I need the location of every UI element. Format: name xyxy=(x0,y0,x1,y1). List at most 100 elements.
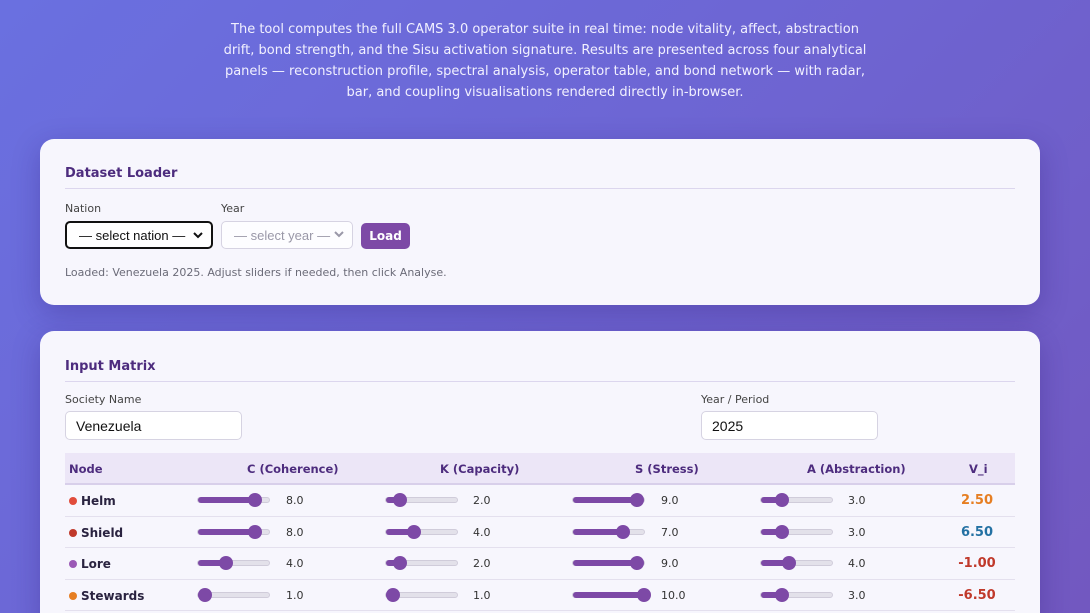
vitality-value: -1.00 xyxy=(958,556,996,571)
slider-fill xyxy=(573,497,637,503)
abstraction-slider[interactable] xyxy=(760,493,833,507)
slider-thumb[interactable] xyxy=(775,493,790,507)
table-row: Helm 8.0 2.0 9.0 3.0 2.50 xyxy=(65,485,1015,517)
load-button[interactable]: Load xyxy=(361,223,410,249)
capacity-slider[interactable] xyxy=(385,556,458,570)
nation-select[interactable]: — select nation — xyxy=(65,221,213,249)
node-color-dot-icon xyxy=(69,560,77,568)
node-color-dot-icon xyxy=(69,497,77,505)
slider-thumb[interactable] xyxy=(198,587,213,602)
stress-slider[interactable] xyxy=(572,556,645,570)
vitality-value: 6.50 xyxy=(960,524,994,540)
year-period-input[interactable]: 2025 xyxy=(701,411,878,440)
coherence-slider[interactable] xyxy=(197,524,270,539)
stress-slider[interactable] xyxy=(572,587,651,602)
table-row: Shield 8.0 4.0 7.0 3.0 6.50 xyxy=(65,517,1015,548)
nation-select-value: — select nation — xyxy=(79,227,186,243)
slider-thumb[interactable] xyxy=(629,493,644,507)
node-name: Stewards xyxy=(69,589,144,603)
vitality-value: 2.50 xyxy=(960,493,994,508)
slider-thumb[interactable] xyxy=(775,587,790,602)
node-label: Shield xyxy=(81,525,124,540)
stress-slider[interactable] xyxy=(572,493,645,507)
column-header-node: Node xyxy=(69,462,103,476)
table-header: Node C (Coherence) K (Capacity) S (Stres… xyxy=(65,453,1015,485)
dataset-loader-title: Dataset Loader xyxy=(65,166,1015,189)
slider-fill xyxy=(198,497,255,503)
coherence-slider[interactable] xyxy=(197,493,270,507)
input-matrix-title: Input Matrix xyxy=(65,359,1015,382)
society-name-label: Society Name xyxy=(65,393,142,406)
abstraction-slider[interactable] xyxy=(760,587,833,602)
slider-thumb[interactable] xyxy=(615,524,630,539)
slider-thumb[interactable] xyxy=(247,524,262,539)
abstraction-value: 3.0 xyxy=(848,525,866,539)
slider-thumb[interactable] xyxy=(407,524,422,539)
slider-thumb[interactable] xyxy=(629,556,644,570)
vitality-value: -6.50 xyxy=(958,587,996,603)
stress-value: 9.0 xyxy=(661,494,679,507)
slider-thumb[interactable] xyxy=(219,556,234,570)
slider-thumb[interactable] xyxy=(247,493,262,507)
capacity-slider[interactable] xyxy=(385,587,458,602)
coherence-value: 8.0 xyxy=(286,525,304,539)
coherence-value: 4.0 xyxy=(286,557,304,570)
slider-fill xyxy=(573,591,644,598)
input-matrix-card: Input Matrix Society Name Venezuela Year… xyxy=(40,331,1040,613)
column-header-capacity: K (Capacity) xyxy=(440,462,520,476)
column-header-vi: V_i xyxy=(969,462,988,476)
capacity-value: 2.0 xyxy=(473,557,491,570)
node-label: Stewards xyxy=(81,588,145,603)
nation-label: Nation xyxy=(65,202,102,215)
coherence-value: 8.0 xyxy=(286,494,304,507)
capacity-value: 4.0 xyxy=(473,525,491,539)
slider-thumb[interactable] xyxy=(775,524,790,539)
intro-text: The tool computes the full CAMS 3.0 oper… xyxy=(223,22,867,100)
abstraction-slider[interactable] xyxy=(760,556,833,570)
coherence-value: 1.0 xyxy=(286,588,304,602)
node-label: Helm xyxy=(81,494,116,508)
society-name-input[interactable]: Venezuela xyxy=(65,411,242,440)
slider-thumb[interactable] xyxy=(393,556,408,570)
table-row: Stewards 1.0 1.0 10.0 3.0 -6.50 xyxy=(65,580,1015,611)
slider-thumb[interactable] xyxy=(782,556,797,570)
stress-value: 10.0 xyxy=(661,588,686,602)
input-matrix-table: Node C (Coherence) K (Capacity) S (Stres… xyxy=(65,453,1015,611)
capacity-value: 1.0 xyxy=(473,588,491,602)
chevron-down-icon xyxy=(192,228,204,242)
capacity-slider[interactable] xyxy=(385,493,458,507)
table-row: Lore 4.0 2.0 9.0 4.0 -1.00 xyxy=(65,548,1015,580)
slider-fill xyxy=(198,528,255,535)
node-name: Helm xyxy=(69,494,116,508)
coherence-slider[interactable] xyxy=(197,587,270,602)
stress-slider[interactable] xyxy=(572,524,645,539)
column-header-stress: S (Stress) xyxy=(635,462,699,476)
chevron-down-icon xyxy=(333,227,345,241)
year-period-label: Year / Period xyxy=(701,393,770,406)
abstraction-value: 3.0 xyxy=(848,494,866,507)
stress-value: 7.0 xyxy=(661,525,679,539)
slider-thumb[interactable] xyxy=(393,493,408,507)
node-color-dot-icon xyxy=(69,591,77,600)
column-header-abstraction: A (Abstraction) xyxy=(807,462,906,476)
coherence-slider[interactable] xyxy=(197,556,270,570)
node-name: Shield xyxy=(69,526,123,540)
abstraction-slider[interactable] xyxy=(760,524,833,539)
abstraction-value: 3.0 xyxy=(848,588,866,602)
slider-thumb[interactable] xyxy=(637,587,651,602)
node-label: Lore xyxy=(81,557,111,571)
slider-thumb[interactable] xyxy=(386,587,401,602)
slider-fill xyxy=(573,560,637,566)
capacity-slider[interactable] xyxy=(385,524,458,539)
abstraction-value: 4.0 xyxy=(848,557,866,570)
dataset-loader-card: Dataset Loader Nation — select nation — … xyxy=(40,139,1040,305)
node-color-dot-icon xyxy=(69,528,77,537)
stress-value: 9.0 xyxy=(661,557,679,570)
year-select[interactable]: — select year — xyxy=(221,221,353,249)
column-header-coherence: C (Coherence) xyxy=(247,462,339,476)
year-select-value: — select year — xyxy=(234,227,331,243)
capacity-value: 2.0 xyxy=(473,494,491,507)
year-label: Year xyxy=(221,202,245,215)
load-status-text: Loaded: Venezuela 2025. Adjust sliders i… xyxy=(65,266,447,279)
node-name: Lore xyxy=(69,557,111,571)
